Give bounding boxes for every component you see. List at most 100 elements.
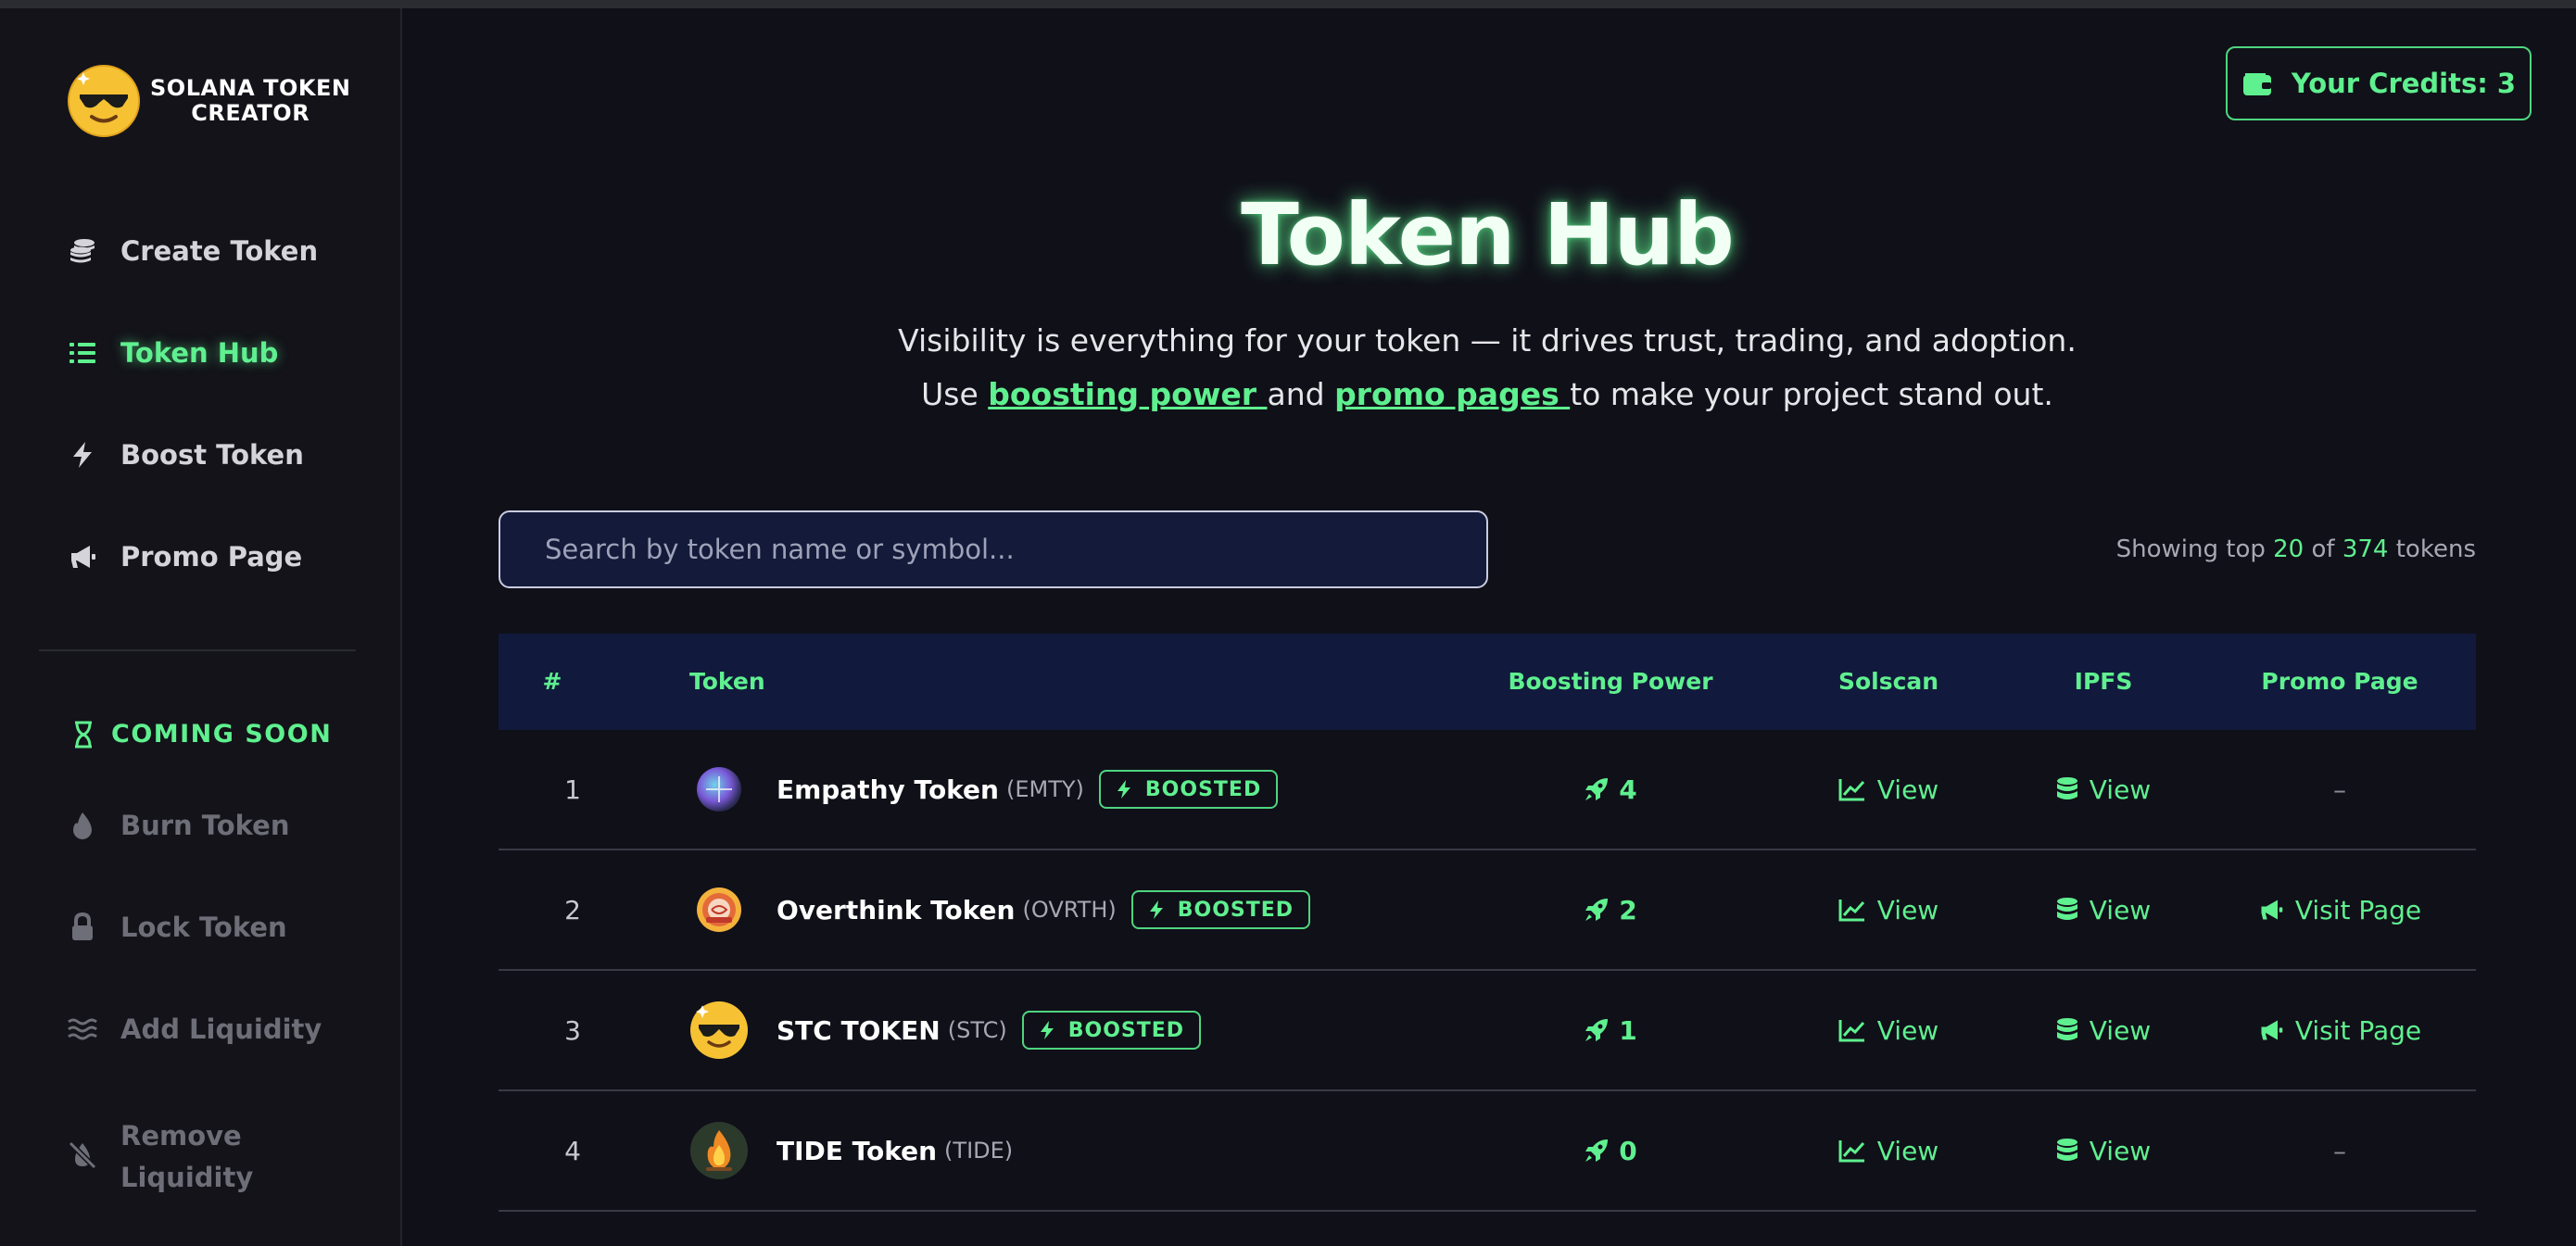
nav-create-token[interactable]: Create Token <box>67 235 318 267</box>
ipfs-view-link[interactable]: View <box>2011 1091 2196 1210</box>
promo-visit-link[interactable]: Visit Page <box>2222 850 2457 969</box>
ipfs-view-link[interactable]: View <box>2011 971 2196 1089</box>
token-cell: TIDE Token (TIDE) <box>689 1091 1523 1210</box>
list-icon <box>67 337 98 369</box>
nav-promo-page-label: Promo Page <box>120 541 303 573</box>
solscan-view-label: View <box>1876 1014 1939 1046</box>
boosting-power-value: 0 <box>1619 1135 1637 1166</box>
boosting-power-cell: 4 <box>1471 730 1749 849</box>
boosted-badge: BOOSTED <box>1021 1011 1202 1050</box>
promo-pages-link[interactable]: promo pages <box>1334 376 1570 412</box>
showing-summary: Showing top 20 of 374 tokens <box>2116 535 2476 563</box>
nav-promo-page[interactable]: Promo Page <box>67 541 302 573</box>
nav-remove-liquidity-label: Remove Liquidity <box>120 1115 253 1199</box>
rocket-icon <box>1584 1017 1610 1043</box>
search-input[interactable] <box>499 510 1488 588</box>
page-title: Token Hub <box>1241 185 1735 284</box>
nav-token-hub[interactable]: Token Hub <box>67 337 278 369</box>
token-symbol: (OVRTH) <box>1022 897 1117 923</box>
megaphone-icon <box>2258 1017 2284 1043</box>
promo-page-empty: – <box>2333 1135 2346 1166</box>
summary-prefix: Showing top <box>2115 535 2274 563</box>
token-name[interactable]: STC TOKEN <box>777 1015 941 1046</box>
bolt-icon <box>1116 779 1132 799</box>
column-boosting-power: Boosting Power <box>1508 668 1713 695</box>
token-avatar-stc <box>689 1001 749 1060</box>
fire-icon <box>67 810 98 841</box>
token-name[interactable]: Overthink Token <box>777 895 1015 925</box>
boosted-badge: BOOSTED <box>1130 890 1311 929</box>
rocket-icon <box>1584 897 1610 923</box>
row-rank: 3 <box>564 1014 581 1046</box>
row-rank: 2 <box>564 894 581 925</box>
database-icon <box>2056 1138 2078 1164</box>
ipfs-view-link[interactable]: View <box>2011 730 2196 849</box>
database-icon <box>2056 897 2078 923</box>
solscan-view-link[interactable]: View <box>1796 971 1981 1089</box>
nav-boost-token[interactable]: Boost Token <box>67 439 304 471</box>
hero-line-2-prefix: Use <box>921 376 989 412</box>
summary-of: of <box>2304 535 2342 563</box>
boosted-label: BOOSTED <box>1144 777 1262 801</box>
token-cell: Empathy Token (EMTY) BOOSTED <box>689 730 1523 849</box>
nav-boost-token-label: Boost Token <box>120 439 304 471</box>
token-symbol: (EMTY) <box>1005 776 1084 802</box>
token-name[interactable]: Empathy Token <box>777 774 999 805</box>
boosting-power-value: 2 <box>1619 894 1637 925</box>
table-row: 3 STC TOKEN (STC) BOOSTED 1 View View Vi… <box>499 971 2476 1091</box>
ipfs-view-label: View <box>2089 894 2152 925</box>
token-cell: Overthink Token (OVRTH) BOOSTED <box>689 850 1523 969</box>
solscan-view-link[interactable]: View <box>1796 1091 1981 1210</box>
sunglasses-emoji-icon <box>67 64 141 138</box>
rocket-icon <box>1584 776 1610 802</box>
nav-create-token-label: Create Token <box>120 235 319 267</box>
token-avatar-empathy <box>689 760 749 819</box>
column-token: Token <box>689 668 765 695</box>
boosting-power-value: 4 <box>1619 774 1637 805</box>
nav-lock-token-label: Lock Token <box>120 912 287 943</box>
boosting-power-link[interactable]: boosting power <box>988 376 1267 412</box>
coins-icon <box>67 235 98 267</box>
chart-line-icon <box>1838 777 1866 801</box>
ipfs-view-label: View <box>2089 1014 2152 1046</box>
boosted-label: BOOSTED <box>1177 898 1294 922</box>
nav-lock-token: Lock Token <box>67 912 287 943</box>
brand-line-2: CREATOR <box>191 100 310 126</box>
nav-remove-liquidity: Remove Liquidity <box>67 1115 253 1199</box>
credits-button[interactable]: Your Credits: 3 <box>2226 46 2532 120</box>
nav-token-hub-label: Token Hub <box>120 337 279 369</box>
sidebar-divider <box>39 649 356 651</box>
bolt-icon <box>1148 900 1165 920</box>
sidebar: SOLANA TOKEN CREATOR Create Token Token … <box>0 8 402 1246</box>
hourglass-icon <box>72 721 95 749</box>
rocket-icon <box>1584 1138 1610 1164</box>
solscan-view-link[interactable]: View <box>1796 850 1981 969</box>
bolt-icon <box>67 439 98 471</box>
token-name[interactable]: TIDE Token <box>777 1136 937 1166</box>
column-promo-page: Promo Page <box>2261 668 2418 695</box>
boosting-power-value: 1 <box>1619 1014 1637 1046</box>
summary-shown-count: 20 <box>2273 535 2305 563</box>
boosted-badge: BOOSTED <box>1098 770 1279 809</box>
nav-burn-token: Burn Token <box>67 810 289 841</box>
ipfs-view-label: View <box>2089 774 2152 805</box>
chart-line-icon <box>1838 898 1866 922</box>
ipfs-view-link[interactable]: View <box>2011 850 2196 969</box>
boosting-power-cell: 1 <box>1471 971 1749 1089</box>
chart-line-icon <box>1838 1018 1866 1042</box>
solscan-view-label: View <box>1876 774 1939 805</box>
promo-visit-label: Visit Page <box>2294 1014 2422 1046</box>
solscan-view-label: View <box>1876 894 1939 925</box>
solscan-view-link[interactable]: View <box>1796 730 1981 849</box>
summary-total-count: 374 <box>2342 535 2389 563</box>
brand-logo[interactable]: SOLANA TOKEN CREATOR <box>67 64 350 138</box>
row-rank: 4 <box>564 1135 581 1166</box>
chart-line-icon <box>1838 1139 1866 1163</box>
boosting-power-cell: 0 <box>1471 1091 1749 1210</box>
bolt-icon <box>1039 1020 1055 1040</box>
table-header: # Token Boosting Power Solscan IPFS Prom… <box>499 634 2476 730</box>
coming-soon-heading: COMING SOON <box>72 720 332 749</box>
promo-visit-link[interactable]: Visit Page <box>2222 971 2457 1089</box>
water-icon <box>67 1013 98 1045</box>
table-row: 4 TIDE Token (TIDE) 0 View View – <box>499 1091 2476 1212</box>
